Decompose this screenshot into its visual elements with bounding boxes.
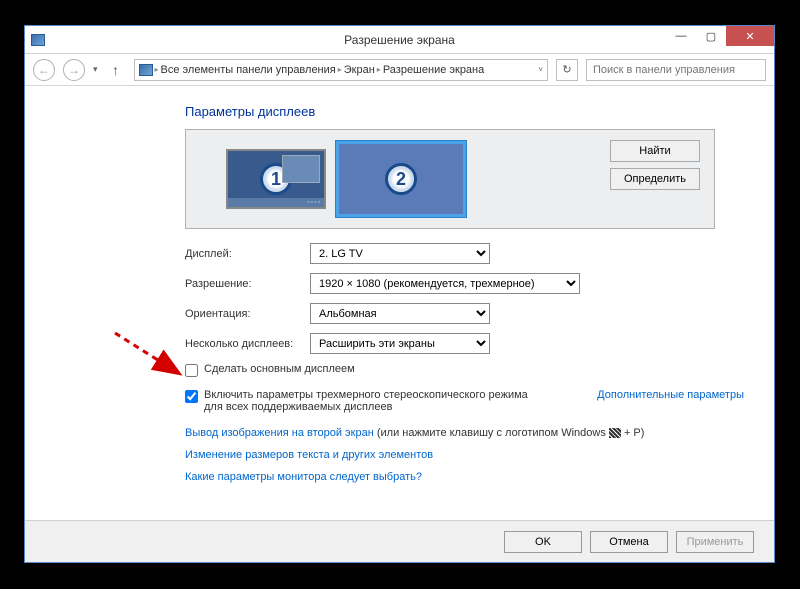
stereo-row: Включить параметры трехмерного стереоско… [185, 385, 744, 417]
window: Разрешение экрана — ▢ ✕ ← → ▾ ↑ ▸ Все эл… [24, 25, 775, 563]
which-monitor-link[interactable]: Какие параметры монитора следует выбрать… [185, 471, 422, 483]
multi-displays-select[interactable]: Расширить эти экраны [310, 333, 490, 354]
breadcrumb-item[interactable]: Разрешение экрана [383, 64, 484, 76]
display-select[interactable]: 2. LG TV [310, 243, 490, 264]
resolution-select[interactable]: 1920 × 1080 (рекомендуется, трехмерное) [310, 273, 580, 294]
monitor1-tray-icon: ◦◦◦◦ [307, 199, 321, 206]
history-dropdown[interactable]: ▾ [93, 64, 98, 75]
resolution-label: Разрешение: [185, 278, 310, 290]
windows-logo-icon [609, 428, 621, 438]
up-button[interactable]: ↑ [106, 60, 126, 80]
chevron-right-icon: ▸ [338, 65, 342, 74]
find-button[interactable]: Найти [610, 140, 700, 162]
breadcrumb-item[interactable]: Экран [344, 64, 375, 76]
app-icon [31, 34, 45, 46]
text-size-link[interactable]: Изменение размеров текста и других элеме… [185, 449, 433, 461]
search-input[interactable] [586, 59, 766, 81]
back-button[interactable]: ← [33, 59, 55, 81]
orientation-label: Ориентация: [185, 308, 310, 320]
make-primary-label: Сделать основным дисплеем [204, 363, 355, 375]
orientation-select[interactable]: Альбомная [310, 303, 490, 324]
make-primary-row: Сделать основным дисплеем [185, 363, 744, 377]
toolbar: ← → ▾ ↑ ▸ Все элементы панели управления… [25, 54, 774, 86]
make-primary-checkbox[interactable] [185, 364, 198, 377]
monitor-number: 2 [385, 163, 417, 195]
chevron-right-icon: ▸ [155, 65, 159, 74]
multi-displays-row: Несколько дисплеев: Расширить эти экраны [185, 333, 744, 354]
minimize-button[interactable]: — [666, 26, 696, 46]
chevron-right-icon: ▸ [377, 65, 381, 74]
breadcrumb-item[interactable]: Все элементы панели управления [161, 64, 336, 76]
orientation-row: Ориентация: Альбомная [185, 303, 744, 324]
maximize-button[interactable]: ▢ [696, 26, 726, 46]
additional-params-link[interactable]: Дополнительные параметры [597, 389, 744, 401]
projection-link[interactable]: Вывод изображения на второй экран [185, 427, 374, 439]
refresh-button[interactable]: ↻ [556, 59, 578, 81]
breadcrumb[interactable]: ▸ Все элементы панели управления ▸ Экран… [134, 59, 548, 81]
display-label: Дисплей: [185, 248, 310, 260]
resolution-row: Разрешение: 1920 × 1080 (рекомендуется, … [185, 273, 744, 294]
page-heading: Параметры дисплеев [185, 104, 744, 119]
links-section: Вывод изображения на второй экран (или н… [185, 427, 744, 483]
apply-button: Применить [676, 531, 754, 553]
close-button[interactable]: ✕ [726, 26, 774, 46]
projection-key: + P) [621, 427, 645, 439]
projection-text: (или нажмите клавишу с логотипом Windows [374, 427, 609, 439]
breadcrumb-icon [139, 64, 153, 76]
window-controls: — ▢ ✕ [666, 26, 774, 46]
preview-side-buttons: Найти Определить [610, 140, 700, 190]
buttons-bar: OK Отмена Применить [25, 520, 774, 562]
monitor-1[interactable]: ◦◦◦◦ 1 [226, 149, 326, 209]
monitor-2-selected[interactable]: 2 [336, 141, 466, 217]
monitor1-overlay-icon [282, 155, 320, 183]
identify-button[interactable]: Определить [610, 168, 700, 190]
breadcrumb-dropdown-icon[interactable]: ˅ [538, 65, 543, 74]
window-title: Разрешение экрана [344, 33, 455, 47]
display-preview: ◦◦◦◦ 1 2 Найти Определить [185, 129, 715, 229]
stereo-checkbox[interactable] [185, 390, 198, 403]
forward-button[interactable]: → [63, 59, 85, 81]
titlebar: Разрешение экрана — ▢ ✕ [25, 26, 774, 54]
display-row: Дисплей: 2. LG TV [185, 243, 744, 264]
cancel-button[interactable]: Отмена [590, 531, 668, 553]
projection-line: Вывод изображения на второй экран (или н… [185, 427, 744, 439]
multi-displays-label: Несколько дисплеев: [185, 338, 310, 350]
content: Параметры дисплеев ◦◦◦◦ 1 2 Найти Опреде… [25, 86, 774, 505]
ok-button[interactable]: OK [504, 531, 582, 553]
stereo-label: Включить параметры трехмерного стереоско… [204, 389, 534, 413]
